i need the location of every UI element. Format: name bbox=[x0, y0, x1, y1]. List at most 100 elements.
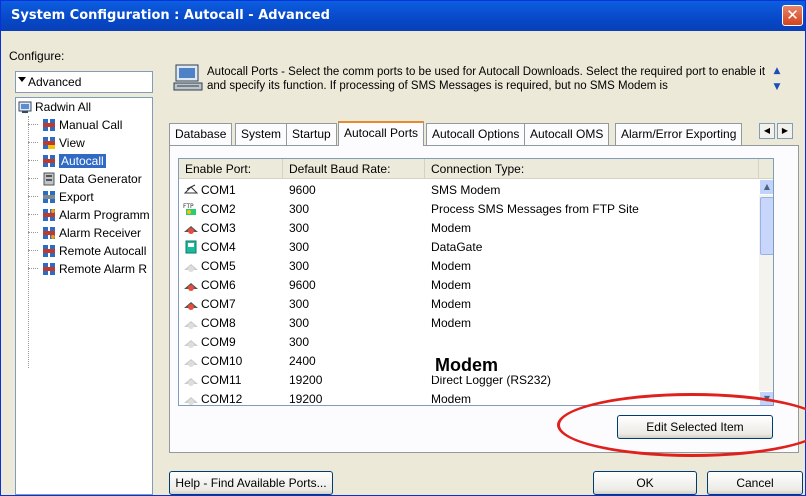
baud-rate: 300 bbox=[289, 259, 310, 273]
baud-rate: 300 bbox=[289, 202, 310, 216]
tree-item-label: Export bbox=[59, 190, 94, 204]
baud-rate: 300 bbox=[289, 297, 310, 311]
connection-type: Modem bbox=[431, 221, 472, 235]
table-row[interactable]: COM5 300 Modem bbox=[179, 257, 759, 276]
tab-startup[interactable]: Startup bbox=[286, 123, 337, 145]
tree-item-export[interactable]: Export bbox=[42, 190, 94, 206]
tab-autocall-options[interactable]: Autocall Options bbox=[426, 123, 526, 145]
connection-type: Modem bbox=[431, 259, 472, 273]
tab-alarm-error-exporting[interactable]: Alarm/Error Exporting bbox=[615, 123, 743, 145]
autocall-ports-panel: Enable Port: Default Baud Rate: Connecti… bbox=[169, 145, 799, 453]
table-row[interactable]: COM6 9600 Modem bbox=[179, 276, 759, 295]
configure-dropdown-value: Advanced bbox=[28, 75, 82, 89]
configure-dropdown[interactable]: Advanced bbox=[15, 71, 153, 93]
tree-item-remote-alarm[interactable]: Remote Alarm R bbox=[42, 262, 147, 278]
table-row[interactable]: COM8 300 Modem bbox=[179, 314, 759, 333]
ok-button[interactable]: OK bbox=[593, 471, 697, 495]
scroll-down-icon[interactable]: ▼ bbox=[759, 391, 773, 405]
modem-disabled-icon bbox=[184, 340, 198, 348]
export-icon bbox=[43, 191, 55, 203]
title-bar[interactable]: System Configuration : Autocall - Advanc… bbox=[1, 1, 805, 31]
header-description: Autocall Ports - Select the comm ports t… bbox=[207, 66, 766, 92]
list-header: Enable Port: Default Baud Rate: Connecti… bbox=[179, 159, 773, 179]
column-header-baud-rate[interactable]: Default Baud Rate: bbox=[283, 159, 425, 179]
port-name: COM7 bbox=[201, 297, 236, 311]
table-row[interactable]: COM3 300 Modem bbox=[179, 219, 759, 238]
cancel-button[interactable]: Cancel bbox=[707, 471, 803, 495]
autocall-icon bbox=[43, 155, 55, 167]
connection-type-dropdown-overlay[interactable]: Modem bbox=[433, 355, 500, 376]
tree-item-alarm-programmer[interactable]: Alarm Programm bbox=[42, 208, 150, 224]
column-header-enable-port[interactable]: Enable Port: bbox=[179, 159, 283, 179]
tree-item-label: Remote Autocall bbox=[59, 244, 147, 258]
tab-strip: Database System Startup Autocall Ports A… bbox=[169, 121, 801, 146]
modem-enabled-icon bbox=[184, 283, 198, 291]
sms-modem-icon bbox=[183, 184, 199, 194]
tab-autocall-ports[interactable]: Autocall Ports bbox=[338, 121, 425, 146]
configuration-tree[interactable]: Radwin All Manual Call View Autocall Dat… bbox=[15, 97, 153, 495]
scroll-up-icon[interactable]: ▲ bbox=[759, 179, 773, 195]
modem-disabled-icon bbox=[184, 378, 198, 386]
baud-rate: 300 bbox=[289, 335, 310, 349]
tree-item-label: Data Generator bbox=[59, 172, 142, 186]
modem-disabled-icon bbox=[184, 264, 198, 272]
remote-autocall-icon bbox=[43, 245, 55, 257]
alarm-programmer-icon bbox=[43, 209, 55, 221]
datagate-icon bbox=[185, 240, 197, 254]
close-icon: ✕ bbox=[786, 6, 799, 24]
tree-item-label: Radwin All bbox=[35, 100, 92, 114]
tree-item-manual-call[interactable]: Manual Call bbox=[42, 118, 122, 134]
modem-disabled-icon bbox=[184, 397, 198, 405]
modem-enabled-icon bbox=[184, 226, 198, 234]
tab-scroll-left-icon[interactable]: ◀ bbox=[759, 123, 775, 139]
table-row[interactable]: COM12 19200 Modem bbox=[179, 390, 759, 406]
tree-item-label: Alarm Receiver bbox=[59, 226, 142, 240]
manual-call-icon bbox=[43, 119, 55, 131]
edit-selected-item-button[interactable]: Edit Selected Item bbox=[617, 415, 773, 439]
scroll-up-icon[interactable]: ▲ bbox=[771, 65, 783, 77]
tree-item-label: Remote Alarm R bbox=[59, 262, 148, 276]
baud-rate: 9600 bbox=[289, 183, 316, 197]
table-row[interactable]: COM7 300 Modem bbox=[179, 295, 759, 314]
tree-connector bbox=[28, 268, 38, 269]
table-row[interactable]: COM4 300 DataGate bbox=[179, 238, 759, 257]
table-row[interactable]: COM9 300 bbox=[179, 333, 759, 352]
dropdown-arrow-icon[interactable] bbox=[18, 77, 26, 82]
radwin-root-icon bbox=[18, 101, 32, 113]
table-row[interactable]: COM1 9600 SMS Modem bbox=[179, 181, 759, 200]
tab-database[interactable]: Database bbox=[169, 123, 233, 145]
tree-item-label: View bbox=[59, 136, 85, 150]
tree-connector bbox=[28, 250, 38, 251]
list-scrollbar[interactable]: ▲ ▼ bbox=[759, 179, 773, 405]
port-name: COM3 bbox=[201, 221, 236, 235]
view-icon bbox=[43, 137, 55, 149]
tree-item-radwin-all[interactable]: Radwin All bbox=[18, 100, 91, 116]
baud-rate: 19200 bbox=[289, 392, 323, 406]
tree-item-autocall[interactable]: Autocall bbox=[42, 154, 106, 170]
tree-item-view[interactable]: View bbox=[42, 136, 85, 152]
help-find-available-ports-button[interactable]: Help - Find Available Ports... bbox=[169, 471, 333, 495]
tree-item-remote-autocall[interactable]: Remote Autocall bbox=[42, 244, 146, 260]
port-name: COM2 bbox=[201, 202, 236, 216]
computer-ports-icon bbox=[173, 64, 203, 91]
tab-system[interactable]: System bbox=[235, 123, 288, 145]
table-row[interactable]: FTP COM2 300 Process SMS Messages from FT… bbox=[179, 200, 759, 219]
tab-scroll-right-icon[interactable]: ▶ bbox=[777, 123, 793, 139]
scroll-down-icon[interactable]: ▼ bbox=[771, 81, 783, 93]
tree-item-alarm-receiver[interactable]: Alarm Receiver bbox=[42, 226, 141, 242]
port-name: COM9 bbox=[201, 335, 236, 349]
data-generator-icon bbox=[43, 172, 55, 186]
scrollbar-thumb[interactable] bbox=[760, 197, 773, 255]
modem-enabled-icon bbox=[184, 302, 198, 310]
column-header-connection-type[interactable]: Connection Type: bbox=[425, 159, 759, 179]
tree-item-label: Manual Call bbox=[59, 118, 123, 132]
connection-type: Process SMS Messages from FTP Site bbox=[431, 202, 639, 216]
port-name: COM6 bbox=[201, 278, 236, 292]
close-button[interactable]: ✕ bbox=[782, 5, 803, 26]
baud-rate: 300 bbox=[289, 240, 310, 254]
tree-item-data-generator[interactable]: Data Generator bbox=[42, 172, 142, 188]
tree-connector bbox=[28, 116, 29, 368]
tab-autocall-oms[interactable]: Autocall OMS bbox=[524, 123, 610, 145]
port-name: COM10 bbox=[201, 354, 243, 368]
baud-rate: 19200 bbox=[289, 373, 323, 387]
